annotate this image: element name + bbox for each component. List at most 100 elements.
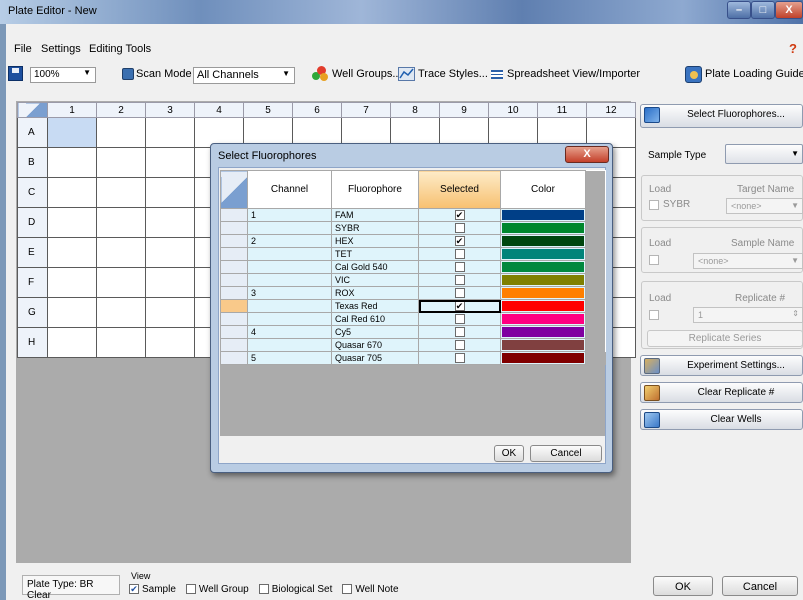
- well[interactable]: [145, 207, 195, 238]
- well[interactable]: [96, 177, 146, 208]
- color-cell[interactable]: [500, 273, 586, 287]
- well[interactable]: [47, 147, 97, 178]
- selected-checkbox[interactable]: ✔: [454, 236, 465, 247]
- menu-file[interactable]: File: [14, 43, 32, 55]
- well[interactable]: [145, 117, 195, 148]
- sample-load-checkbox[interactable]: [649, 255, 659, 265]
- selected-checkbox[interactable]: ✔: [454, 210, 465, 221]
- well[interactable]: [47, 297, 97, 328]
- selected-cell[interactable]: [418, 312, 501, 326]
- selected-checkbox[interactable]: [454, 353, 465, 364]
- column-header[interactable]: 5: [243, 102, 293, 118]
- replicate-stepper[interactable]: 1 ⇕: [693, 307, 803, 323]
- column-header[interactable]: 1: [47, 102, 97, 118]
- color-swatch[interactable]: [502, 301, 584, 311]
- sample-type-select[interactable]: ▼: [725, 144, 803, 164]
- fluorophore-row[interactable]: VIC: [220, 273, 606, 287]
- row-selector[interactable]: [220, 351, 248, 365]
- color-swatch[interactable]: [502, 288, 584, 298]
- color-cell[interactable]: [500, 221, 586, 235]
- column-header[interactable]: 11: [537, 102, 587, 118]
- color-swatch[interactable]: [502, 210, 584, 220]
- well[interactable]: [96, 237, 146, 268]
- well[interactable]: [96, 327, 146, 358]
- fluorophore-row[interactable]: Texas Red ✔: [220, 299, 606, 313]
- well[interactable]: [96, 267, 146, 298]
- row-selector[interactable]: [220, 260, 248, 274]
- menu-settings[interactable]: Settings: [41, 43, 81, 55]
- selected-checkbox[interactable]: [454, 249, 465, 260]
- color-cell[interactable]: [500, 338, 586, 352]
- selected-cell[interactable]: [418, 273, 501, 287]
- selected-cell[interactable]: ✔: [418, 234, 501, 248]
- fluorophore-row[interactable]: SYBR: [220, 221, 606, 235]
- selected-cell[interactable]: [418, 221, 501, 235]
- close-window-button[interactable]: X: [775, 1, 803, 19]
- column-header[interactable]: 10: [488, 102, 538, 118]
- experiment-settings-button[interactable]: Experiment Settings...: [640, 355, 803, 376]
- maximize-button[interactable]: □: [751, 1, 775, 19]
- color-header[interactable]: Color: [500, 170, 586, 209]
- color-cell[interactable]: [500, 247, 586, 261]
- row-selector[interactable]: [220, 299, 248, 313]
- plate-corner[interactable]: [17, 102, 48, 118]
- well[interactable]: [47, 327, 97, 358]
- color-swatch[interactable]: [502, 275, 584, 285]
- row-selector[interactable]: [220, 234, 248, 248]
- clear-wells-button[interactable]: Clear Wells: [640, 409, 803, 430]
- well-groups-button[interactable]: Well Groups...: [332, 68, 402, 80]
- color-cell[interactable]: [500, 299, 586, 313]
- color-cell[interactable]: [500, 234, 586, 248]
- row-header[interactable]: G: [17, 297, 48, 328]
- replicate-load-checkbox[interactable]: [649, 310, 659, 320]
- well[interactable]: [47, 207, 97, 238]
- row-selector[interactable]: [220, 247, 248, 261]
- selected-header[interactable]: Selected: [418, 170, 501, 209]
- row-selector[interactable]: [220, 312, 248, 326]
- row-header[interactable]: B: [17, 147, 48, 178]
- selected-cell[interactable]: ✔: [418, 299, 501, 313]
- fluorophore-row[interactable]: TET: [220, 247, 606, 261]
- color-swatch[interactable]: [502, 353, 584, 363]
- selected-cell[interactable]: [418, 351, 501, 365]
- selected-checkbox[interactable]: [454, 262, 465, 273]
- column-header[interactable]: 9: [439, 102, 489, 118]
- well-A1[interactable]: [47, 117, 97, 148]
- selected-checkbox[interactable]: ✔: [454, 301, 465, 312]
- color-swatch[interactable]: [502, 327, 584, 337]
- well[interactable]: [47, 267, 97, 298]
- well[interactable]: [145, 297, 195, 328]
- selected-checkbox[interactable]: [454, 314, 465, 325]
- zoom-select[interactable]: 100% ▼: [30, 67, 96, 83]
- fluorophore-row[interactable]: Cal Red 610: [220, 312, 606, 326]
- color-cell[interactable]: [500, 260, 586, 274]
- sample-name-select[interactable]: <none> ▼: [693, 253, 803, 269]
- color-swatch[interactable]: [502, 262, 584, 272]
- view-checkbox[interactable]: [342, 584, 353, 595]
- row-header[interactable]: A: [17, 117, 48, 148]
- well[interactable]: [47, 177, 97, 208]
- view-checkbox[interactable]: [185, 584, 196, 595]
- view-checkbox[interactable]: [258, 584, 269, 595]
- select-fluorophores-button[interactable]: Select Fluorophores...: [640, 104, 803, 128]
- row-selector[interactable]: [220, 338, 248, 352]
- color-cell[interactable]: [500, 312, 586, 326]
- column-header[interactable]: 2: [96, 102, 146, 118]
- view-checkbox[interactable]: ✔: [129, 584, 139, 595]
- color-cell[interactable]: [500, 325, 586, 339]
- target-name-select[interactable]: <none> ▼: [726, 198, 803, 214]
- scan-mode-select[interactable]: All Channels ▼: [193, 67, 295, 84]
- column-header[interactable]: 8: [390, 102, 440, 118]
- color-cell[interactable]: [500, 286, 586, 300]
- help-icon[interactable]: ?: [789, 41, 797, 56]
- well[interactable]: [96, 147, 146, 178]
- replicate-series-button[interactable]: Replicate Series: [647, 330, 803, 347]
- column-header[interactable]: 4: [194, 102, 244, 118]
- clear-replicate-button[interactable]: Clear Replicate #: [640, 382, 803, 403]
- selected-checkbox[interactable]: [454, 327, 465, 338]
- color-swatch[interactable]: [502, 223, 584, 233]
- selected-cell[interactable]: [418, 260, 501, 274]
- row-header[interactable]: E: [17, 237, 48, 268]
- row-selector[interactable]: [220, 221, 248, 235]
- well[interactable]: [96, 207, 146, 238]
